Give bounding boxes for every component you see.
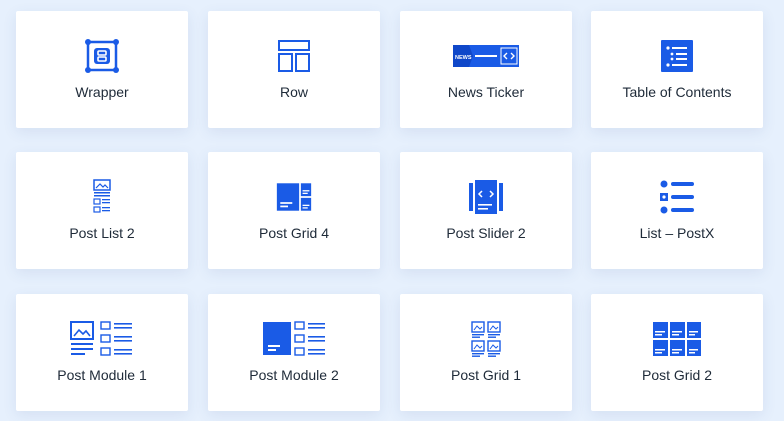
- block-label: Post Grid 1: [450, 367, 522, 383]
- block-label: Post Module 1: [57, 367, 147, 383]
- post-slider-icon: [468, 179, 504, 215]
- block-card-post-module-2[interactable]: Post Module 2: [208, 294, 380, 411]
- block-label: Post Grid 2: [641, 367, 713, 383]
- bullet-list-icon: [659, 179, 695, 215]
- post-grid-2-icon: [642, 321, 712, 357]
- news-ticker-icon-text: NEWS: [455, 55, 472, 61]
- block-label: News Ticker: [447, 84, 525, 100]
- post-grid-4-icon: [276, 179, 312, 215]
- block-card-row[interactable]: Row: [208, 11, 380, 128]
- blocks-grid: Wrapper Row NEWS News Ticker Table of Co…: [0, 0, 784, 421]
- block-card-post-grid-2[interactable]: Post Grid 2: [591, 294, 763, 411]
- post-module-2-icon: [261, 321, 327, 357]
- post-grid-1-icon: [468, 321, 504, 357]
- block-label: Post Grid 4: [258, 225, 330, 241]
- block-label: Post List 2: [69, 225, 135, 241]
- block-card-table-of-contents[interactable]: Table of Contents: [591, 11, 763, 128]
- block-label: List – PostX: [639, 225, 715, 241]
- block-label: Post Module 2: [249, 367, 339, 383]
- block-label: Row: [279, 84, 308, 100]
- row-layout-icon: [276, 38, 312, 74]
- block-label: Post Slider 2: [446, 225, 526, 241]
- block-label: Table of Contents: [622, 84, 732, 100]
- post-module-1-icon: [69, 321, 135, 357]
- block-card-post-slider-2[interactable]: Post Slider 2: [400, 152, 572, 269]
- table-of-contents-icon: [659, 38, 695, 74]
- block-card-wrapper[interactable]: Wrapper: [16, 11, 188, 128]
- block-card-post-list-2[interactable]: Post List 2: [16, 152, 188, 269]
- post-list-icon: [84, 179, 120, 215]
- block-card-post-grid-1[interactable]: Post Grid 1: [400, 294, 572, 411]
- news-ticker-icon: NEWS: [451, 38, 521, 74]
- block-label: Wrapper: [75, 84, 129, 100]
- wrapper-icon: [84, 38, 120, 74]
- block-card-post-module-1[interactable]: Post Module 1: [16, 294, 188, 411]
- block-card-list-postx[interactable]: List – PostX: [591, 152, 763, 269]
- block-card-post-grid-4[interactable]: Post Grid 4: [208, 152, 380, 269]
- block-card-news-ticker[interactable]: NEWS News Ticker: [400, 11, 572, 128]
